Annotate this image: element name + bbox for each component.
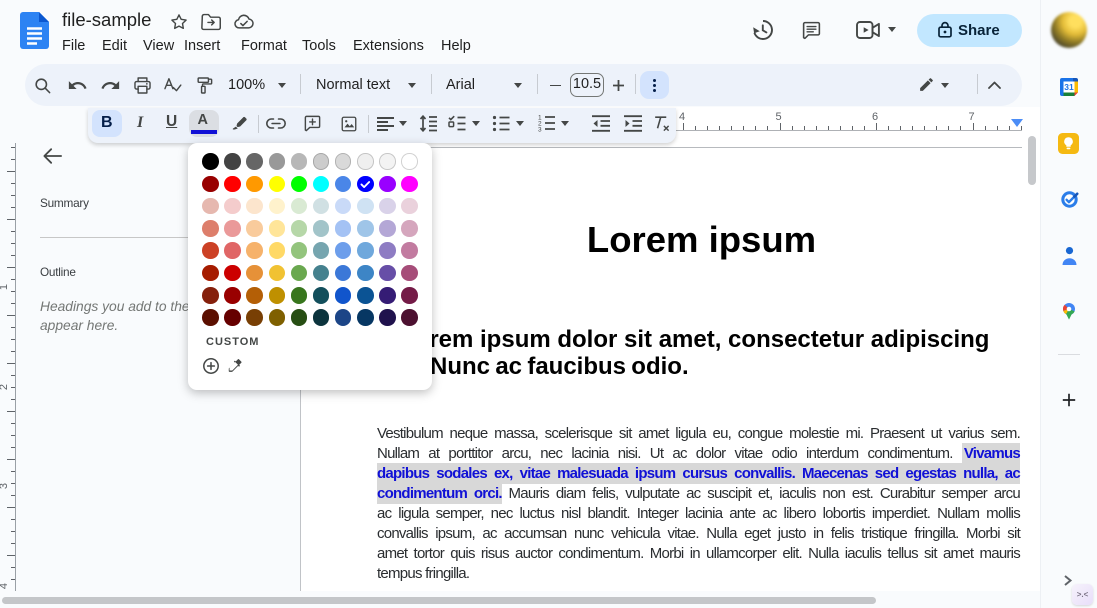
- svg-text:31: 31: [1064, 82, 1074, 92]
- svg-text:3: 3: [538, 127, 542, 133]
